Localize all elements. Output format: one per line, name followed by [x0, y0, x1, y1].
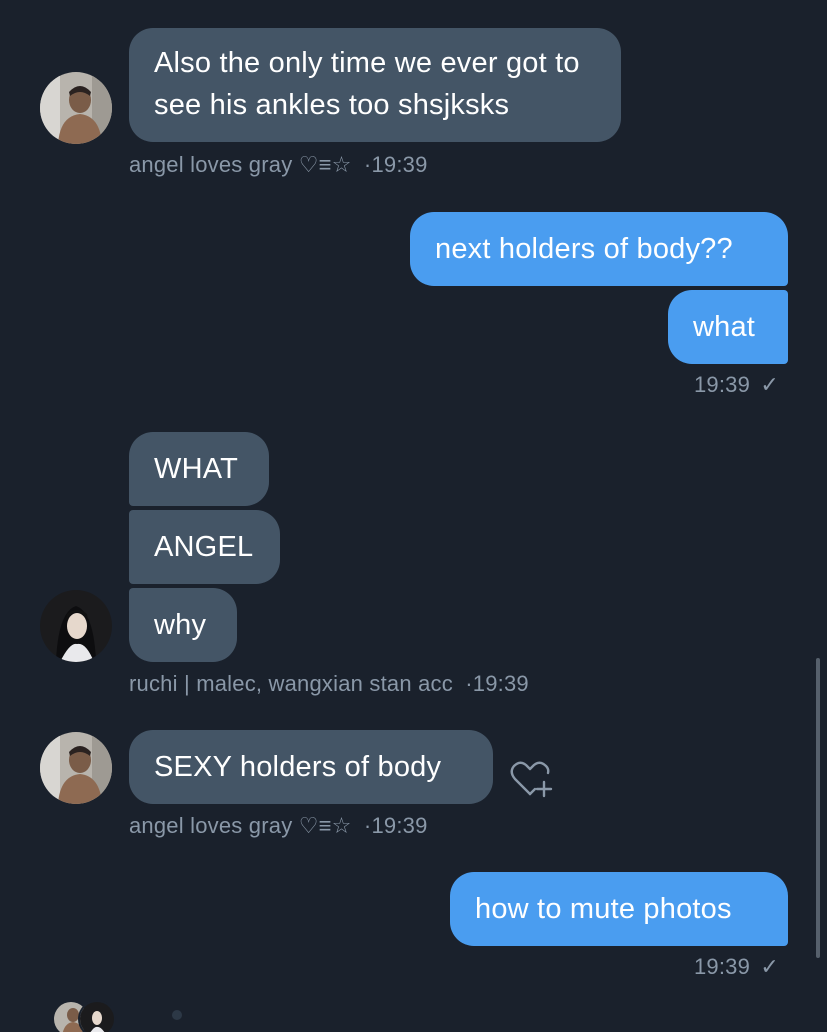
message-text: WHAT — [154, 452, 239, 485]
typing-indicator — [52, 1000, 116, 1032]
scrollbar[interactable] — [816, 658, 820, 958]
timestamp: ·19:39 — [363, 152, 428, 177]
message-text: SEXY holders of body — [154, 750, 442, 783]
avatar-photo — [40, 732, 112, 804]
timestamp: 19:39 — [694, 372, 751, 397]
sender-avatar-angel[interactable] — [40, 732, 112, 804]
timestamp: ·19:39 — [465, 671, 529, 696]
message-text: how to mute photos — [475, 892, 732, 925]
typing-dot — [172, 1010, 182, 1020]
message-text: what — [693, 310, 756, 343]
timestamp: ·19:39 — [363, 813, 428, 838]
sender-avatar-ruchi[interactable] — [40, 590, 112, 662]
typing-avatar-ruchi — [78, 1000, 116, 1032]
message-text: next holders of body?? — [435, 232, 733, 265]
message-bubble-incoming[interactable]: WHAT — [129, 432, 269, 506]
message-meta: 19:39 ✓ — [694, 372, 779, 398]
message-bubble-outgoing[interactable]: what — [668, 290, 788, 364]
message-bubble-incoming[interactable]: why — [129, 588, 237, 662]
dm-conversation: Also the only time we ever got to see hi… — [0, 0, 827, 1032]
avatar-photo — [40, 72, 112, 144]
message-bubble-incoming[interactable]: Also the only time we ever got to see hi… — [129, 28, 621, 142]
message-text: why — [154, 608, 207, 641]
message-bubble-outgoing[interactable]: next holders of body?? — [410, 212, 788, 286]
check-icon: ✓ — [760, 372, 780, 397]
message-bubble-incoming[interactable]: ANGEL — [129, 510, 280, 584]
sender-name[interactable]: angel loves gray ♡≡☆ — [129, 813, 352, 838]
message-bubble-incoming[interactable]: SEXY holders of body — [129, 730, 493, 804]
message-meta: 19:39 ✓ — [694, 954, 779, 980]
message-text: Also the only time we ever got to see hi… — [154, 47, 580, 121]
sender-avatar-angel[interactable] — [40, 72, 112, 144]
timestamp: 19:39 — [694, 954, 751, 979]
message-bubble-outgoing[interactable]: how to mute photos — [450, 872, 788, 946]
message-meta: angel loves gray ♡≡☆ ·19:39 — [129, 813, 428, 839]
message-meta: ruchi | malec, wangxian stan acc ·19:39 — [129, 671, 529, 697]
heart-plus-icon[interactable] — [508, 756, 556, 805]
check-icon: ✓ — [760, 954, 780, 979]
avatar-photo — [40, 590, 112, 662]
message-meta: angel loves gray ♡≡☆ ·19:39 — [129, 152, 428, 178]
sender-name[interactable]: ruchi | malec, wangxian stan acc — [129, 671, 453, 696]
sender-name[interactable]: angel loves gray ♡≡☆ — [129, 152, 352, 177]
message-text: ANGEL — [154, 530, 254, 563]
